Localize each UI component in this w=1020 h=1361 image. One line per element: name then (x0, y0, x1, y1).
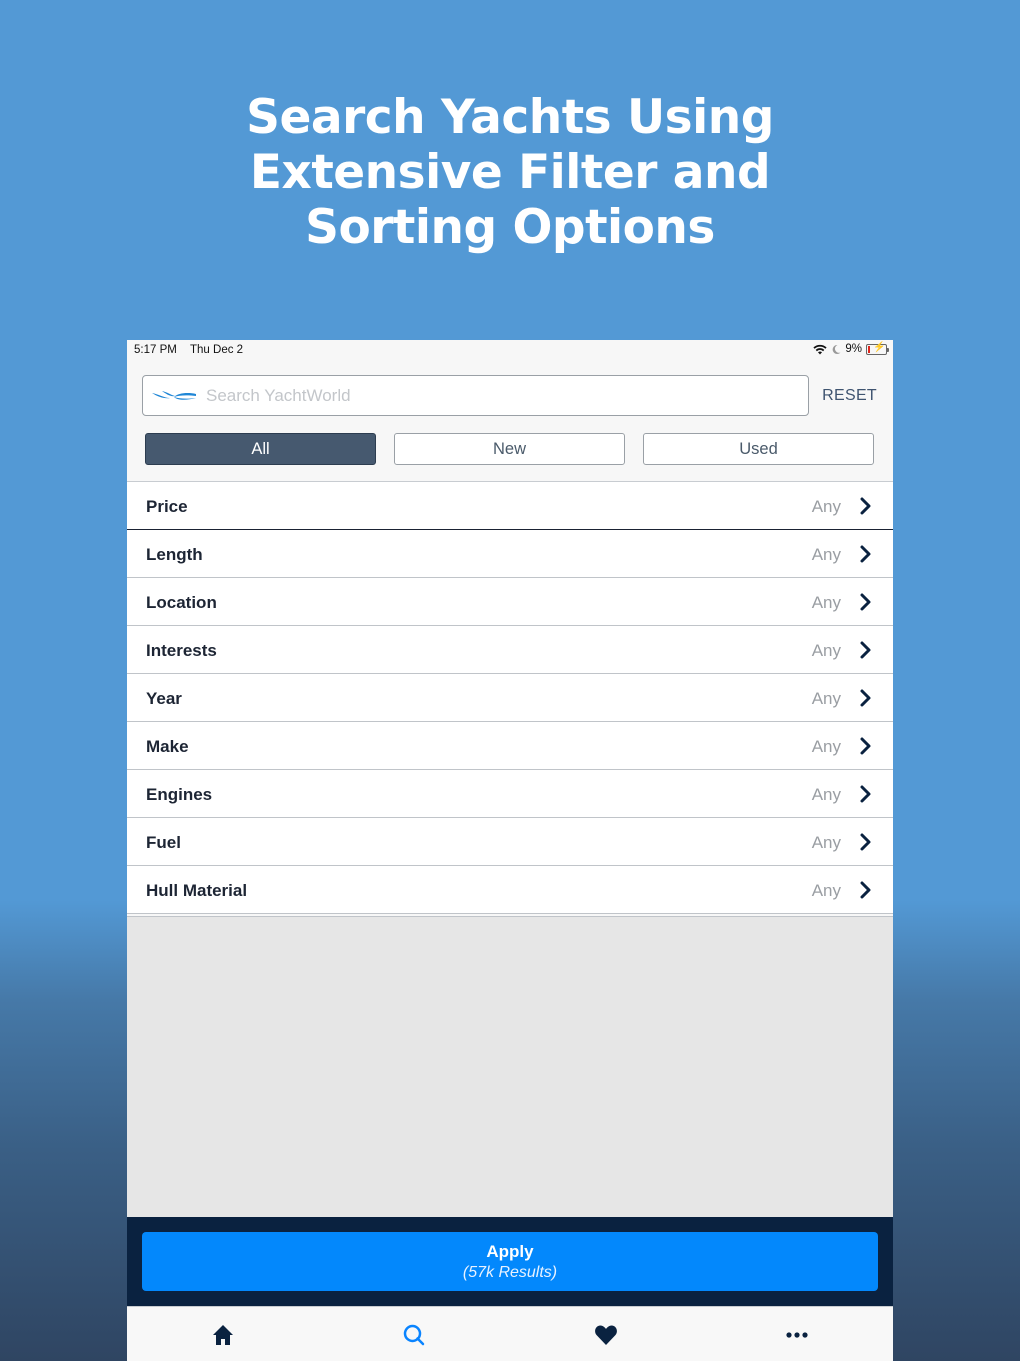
tab-favorites[interactable] (592, 1321, 620, 1349)
filter-value: Any (811, 785, 841, 804)
headline: Search Yachts Using Extensive Filter and… (0, 90, 1020, 255)
status-right: 9% ⚡ (813, 342, 889, 355)
filter-value: Any (811, 737, 841, 756)
more-icon (786, 1332, 808, 1338)
headline-line-2: Extensive Filter and (249, 145, 771, 200)
status-time: 5:17 PM (134, 344, 177, 356)
filter-row-make[interactable]: Make Any (127, 722, 893, 770)
filter-value: Any (811, 497, 841, 516)
filter-label: Year (146, 689, 182, 708)
filter-label: Length (146, 545, 203, 564)
filter-label: Price (146, 497, 188, 516)
filter-value: Any (811, 641, 841, 660)
segment-new[interactable]: New (394, 433, 625, 465)
chevron-right-icon (860, 593, 871, 611)
headline-line-1: Search Yachts Using (246, 90, 774, 145)
yachtworld-logo-icon (152, 390, 196, 400)
filter-label: Location (146, 593, 217, 612)
filter-label: Fuel (146, 833, 181, 852)
search-icon (403, 1324, 425, 1346)
filter-row-engines[interactable]: Engines Any (127, 770, 893, 818)
chevron-right-icon (860, 497, 871, 515)
apply-button[interactable]: Apply (57k Results) (142, 1232, 878, 1291)
chevron-right-icon (860, 641, 871, 659)
home-icon (213, 1325, 233, 1345)
status-bar: 5:17 PM Thu Dec 2 9% ⚡ (127, 340, 893, 362)
filter-row-fuel[interactable]: Fuel Any (127, 818, 893, 866)
segment-used[interactable]: Used (643, 433, 874, 465)
headline-line-3: Sorting Options (305, 200, 715, 255)
tab-bar (127, 1306, 893, 1361)
apply-bar: Apply (57k Results) (127, 1217, 893, 1306)
chevron-right-icon (860, 881, 871, 899)
heart-icon (595, 1325, 617, 1345)
search-input[interactable] (204, 384, 768, 407)
tab-home[interactable] (209, 1321, 237, 1349)
moon-icon (833, 344, 841, 354)
filter-list: Price Any Length Any Location Any Intere… (127, 481, 893, 914)
chevron-right-icon (860, 545, 871, 563)
search-field[interactable] (142, 375, 809, 416)
tab-search[interactable] (400, 1321, 428, 1349)
reset-button[interactable]: RESET (822, 387, 877, 405)
filter-row-interests[interactable]: Interests Any (127, 626, 893, 674)
filter-value: Any (811, 689, 841, 708)
apply-label: Apply (486, 1242, 534, 1261)
battery-percent: 9% (845, 343, 862, 355)
filter-label: Interests (146, 641, 217, 660)
filter-value: Any (811, 833, 841, 852)
segment-all[interactable]: All (145, 433, 376, 465)
chevron-right-icon (860, 689, 871, 707)
filter-row-year[interactable]: Year Any (127, 674, 893, 722)
filter-label: Hull Material (146, 881, 248, 900)
filter-value: Any (811, 593, 841, 612)
condition-segmented-control: All New Used (145, 433, 875, 466)
filter-row-price[interactable]: Price Any (127, 482, 893, 530)
filter-value: Any (811, 881, 841, 900)
filter-label: Make (146, 737, 189, 756)
tab-more[interactable] (783, 1321, 811, 1349)
filter-label: Engines (146, 785, 213, 804)
filter-value: Any (811, 545, 841, 564)
filter-row-hull-material[interactable]: Hull Material Any (127, 866, 893, 914)
battery-charging-icon: ⚡ (866, 342, 889, 355)
wifi-icon (813, 344, 827, 354)
filter-row-location[interactable]: Location Any (127, 578, 893, 626)
chevron-right-icon (860, 785, 871, 803)
results-count: (57k Results) (462, 1264, 558, 1281)
filter-row-length[interactable]: Length Any (127, 530, 893, 578)
ipad-screen: 5:17 PM Thu Dec 2 9% ⚡ RESET All New Us (127, 340, 893, 1361)
empty-area (127, 916, 893, 1218)
chevron-right-icon (860, 737, 871, 755)
status-date: Thu Dec 2 (190, 344, 244, 356)
chevron-right-icon (860, 833, 871, 851)
